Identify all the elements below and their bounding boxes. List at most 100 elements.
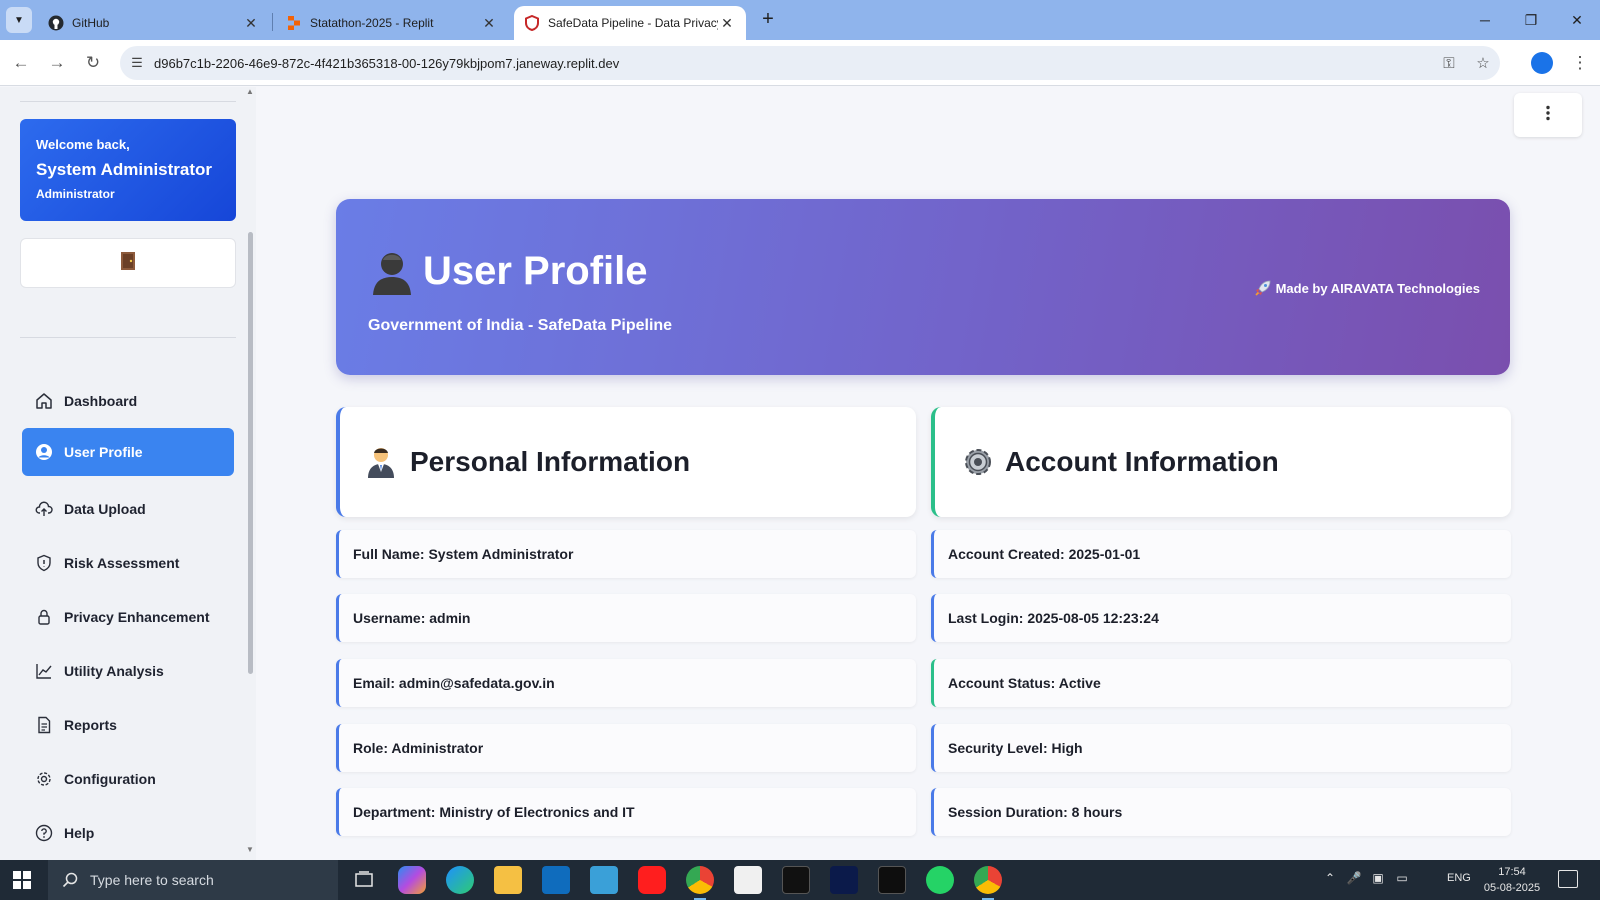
sidebar-item-label: Data Upload bbox=[64, 501, 146, 517]
tab-github[interactable]: GitHub ✕ bbox=[38, 6, 270, 40]
tray-overflow-chevron-icon[interactable]: ⌃ bbox=[1322, 871, 1338, 887]
welcome-user-role: Administrator bbox=[36, 187, 115, 201]
site-info-icon[interactable]: ☰ bbox=[120, 55, 154, 71]
tab-close-icon[interactable]: ✕ bbox=[718, 15, 736, 32]
browser-toolbar: ← → ↻ ☰ d96b7c1b-2206-46e9-872c-4f421b36… bbox=[0, 40, 1600, 86]
sidebar-scrollbar[interactable] bbox=[248, 232, 253, 674]
windows-start-icon[interactable] bbox=[12, 870, 32, 890]
bookmark-star-icon[interactable]: ☆ bbox=[1466, 54, 1500, 72]
sony-liv-icon[interactable] bbox=[782, 866, 810, 894]
personal-info-header: Personal Information bbox=[336, 407, 916, 517]
outlook-icon[interactable] bbox=[542, 866, 570, 894]
welcome-user-name: System Administrator bbox=[36, 160, 213, 179]
question-icon bbox=[34, 823, 54, 843]
edge-browser-icon[interactable] bbox=[446, 866, 474, 894]
welcome-greeting: Welcome back, bbox=[36, 137, 130, 152]
tab-label: Statathon-2025 - Replit bbox=[310, 16, 434, 30]
sidebar-item-configuration[interactable]: Configuration bbox=[22, 755, 234, 803]
browser-menu-icon[interactable]: ⋮ bbox=[1570, 50, 1590, 76]
personal-info-title: Personal Information bbox=[410, 446, 691, 477]
sidebar-item-label: Utility Analysis bbox=[64, 663, 164, 679]
address-bar[interactable]: ☰ d96b7c1b-2206-46e9-872c-4f421b365318-0… bbox=[120, 46, 1500, 80]
sidebar-item-user-profile[interactable]: User Profile bbox=[22, 428, 234, 476]
whatsapp-icon[interactable] bbox=[926, 866, 954, 894]
account-status-row: Account Status: Active bbox=[931, 659, 1511, 707]
scroll-down-arrow-icon[interactable]: ▼ bbox=[246, 845, 254, 854]
task-view-icon[interactable] bbox=[350, 866, 378, 894]
account-info-row: Session Duration: 8 hours bbox=[931, 788, 1511, 836]
logout-button[interactable] bbox=[20, 238, 236, 288]
close-window-button[interactable]: ✕ bbox=[1562, 8, 1592, 32]
tab-search-button[interactable]: ▼ bbox=[6, 7, 32, 33]
sidebar-item-utility-analysis[interactable]: Utility Analysis bbox=[22, 647, 234, 695]
control-panel-icon[interactable] bbox=[590, 866, 618, 894]
youtube-icon[interactable] bbox=[638, 866, 666, 894]
sidebar-item-privacy-enhancement[interactable]: Privacy Enhancement bbox=[22, 593, 234, 641]
solitaire-icon[interactable] bbox=[734, 866, 762, 894]
person-office-worker-icon bbox=[366, 445, 400, 479]
sidebar-item-help[interactable]: Help bbox=[22, 809, 234, 857]
personal-info-row: Full Name: System Administrator bbox=[336, 530, 916, 578]
sidebar-item-risk-assessment[interactable]: Risk Assessment bbox=[22, 539, 234, 587]
personal-info-row: Username: admin bbox=[336, 594, 916, 642]
rocket-icon bbox=[1254, 279, 1272, 297]
notification-center-icon[interactable] bbox=[1558, 870, 1578, 888]
github-icon bbox=[48, 15, 64, 31]
document-icon bbox=[34, 715, 54, 735]
door-icon bbox=[120, 251, 136, 276]
welcome-card: Welcome back, System Administrator Admin… bbox=[20, 119, 236, 221]
personal-info-row: Role: Administrator bbox=[336, 724, 916, 772]
sidebar-item-label: Privacy Enhancement bbox=[64, 609, 210, 625]
taskbar-clock[interactable]: 17:54 05-08-2025 bbox=[1482, 864, 1542, 896]
sidebar-item-label: Reports bbox=[64, 717, 117, 733]
password-key-icon[interactable]: ⚿ bbox=[1432, 55, 1466, 72]
minimize-button[interactable]: ─ bbox=[1470, 8, 1500, 32]
account-info-row: Security Level: High bbox=[931, 724, 1511, 772]
chrome-icon[interactable] bbox=[686, 866, 714, 900]
sidebar-item-label: Dashboard bbox=[64, 393, 138, 409]
tab-close-icon[interactable]: ✕ bbox=[242, 15, 260, 32]
disney-hotstar-icon[interactable] bbox=[830, 866, 858, 894]
microphone-icon[interactable]: 🎤 bbox=[1346, 871, 1362, 887]
back-button[interactable]: ← bbox=[8, 50, 34, 76]
account-info-row: Last Login: 2025-08-05 12:23:24 bbox=[931, 594, 1511, 642]
shield-favicon-icon bbox=[524, 15, 540, 31]
restore-button[interactable]: ❐ bbox=[1516, 8, 1546, 32]
chrome-profile-icon[interactable] bbox=[974, 866, 1002, 900]
scroll-up-arrow-icon[interactable]: ▲ bbox=[246, 87, 254, 96]
made-by-text: Made by AIRAVATA Technologies bbox=[1275, 280, 1480, 296]
profile-avatar-icon[interactable] bbox=[1531, 52, 1553, 74]
cloud-upload-icon bbox=[34, 499, 54, 519]
page-subtitle: Government of India - SafeData Pipeline bbox=[368, 317, 673, 334]
sidebar-item-label: Help bbox=[64, 825, 95, 841]
url-text: d96b7c1b-2206-46e9-872c-4f421b365318-00-… bbox=[154, 55, 620, 71]
tab-separator bbox=[272, 13, 273, 31]
user-silhouette-icon bbox=[370, 249, 414, 297]
page-title: User Profile bbox=[423, 249, 648, 293]
lock-icon bbox=[34, 607, 54, 627]
app-menu-button[interactable] bbox=[1514, 93, 1582, 137]
reload-button[interactable]: ↻ bbox=[80, 50, 106, 76]
sidebar-item-data-upload[interactable]: Data Upload bbox=[22, 485, 234, 533]
profile-hero-banner: User Profile Government of India - SafeD… bbox=[336, 199, 1510, 375]
file-explorer-icon[interactable] bbox=[494, 866, 522, 894]
forward-button[interactable]: → bbox=[44, 50, 70, 76]
new-tab-button[interactable]: + bbox=[756, 8, 780, 32]
vertical-dots-icon bbox=[1545, 105, 1551, 126]
sidebar-item-dashboard[interactable]: Dashboard bbox=[22, 377, 234, 425]
user-circle-icon bbox=[34, 442, 54, 462]
personal-info-row: Department: Ministry of Electronics and … bbox=[336, 788, 916, 836]
network-icon[interactable]: ▭ bbox=[1394, 871, 1410, 887]
taskbar-search-box[interactable]: Type here to search bbox=[48, 860, 338, 900]
camera-icon[interactable]: ▣ bbox=[1370, 871, 1386, 887]
media-app-icon[interactable] bbox=[878, 866, 906, 894]
sidebar-item-label: Configuration bbox=[64, 771, 156, 787]
browser-tab-bar: ▼ GitHub ✕ Statathon-2025 - Replit ✕ Saf… bbox=[0, 0, 1600, 40]
input-language[interactable]: ENG bbox=[1447, 872, 1471, 884]
tab-close-icon[interactable]: ✕ bbox=[480, 15, 498, 32]
copilot-icon[interactable] bbox=[398, 866, 426, 894]
sidebar-divider bbox=[20, 101, 236, 102]
tab-replit[interactable]: Statathon-2025 - Replit ✕ bbox=[276, 6, 508, 40]
tab-safedata[interactable]: SafeData Pipeline - Data Privacy ✕ bbox=[514, 6, 746, 40]
sidebar-item-reports[interactable]: Reports bbox=[22, 701, 234, 749]
